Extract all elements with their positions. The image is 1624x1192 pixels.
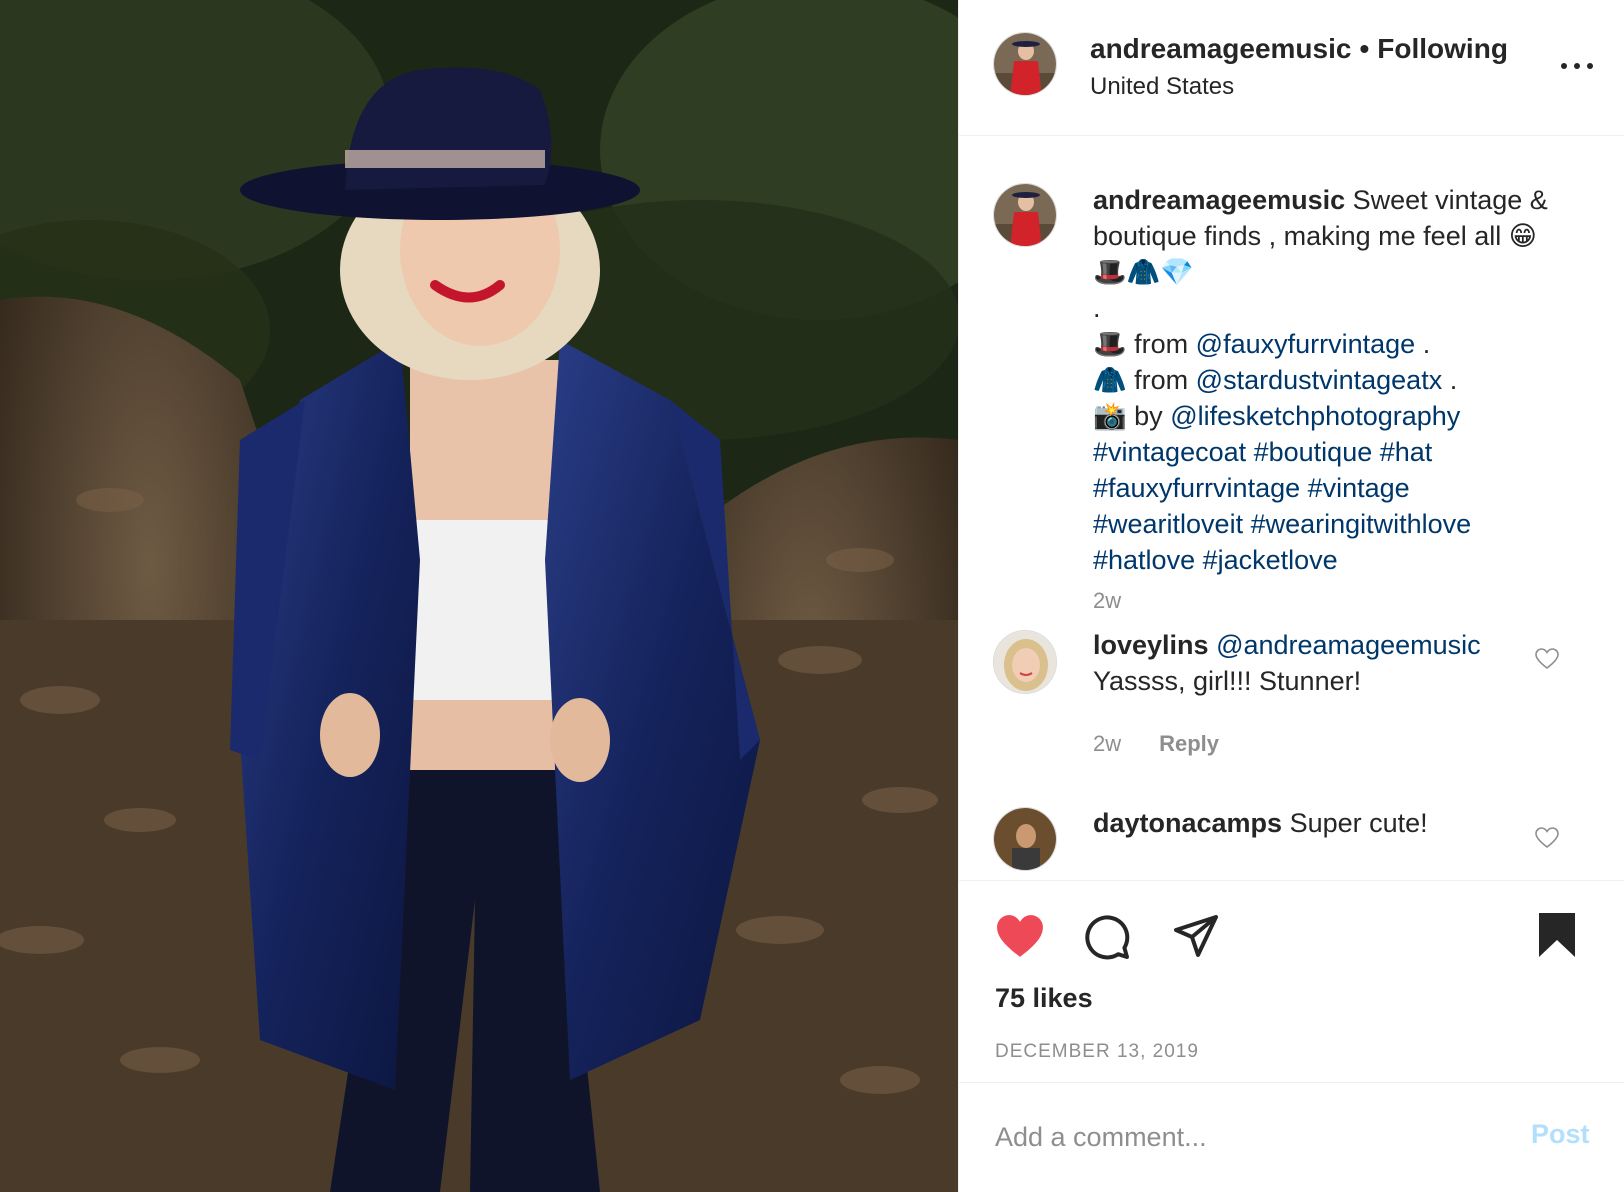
- author-avatar[interactable]: [993, 32, 1057, 96]
- comment-icon[interactable]: [1083, 913, 1131, 961]
- caption-line-4: .: [1093, 293, 1101, 323]
- post-header: andreamageemusic • Following United States: [959, 0, 1624, 136]
- comment-username-2[interactable]: daytonacamps: [1093, 808, 1282, 838]
- post-date: DECEMBER 13, 2019: [995, 1041, 1199, 1062]
- post-side-panel: andreamageemusic • Following United States…: [958, 0, 1624, 1192]
- bookmark-filled-icon[interactable]: [1537, 911, 1577, 959]
- caption: andreamageemusic Sweet vintage & boutiqu…: [1093, 182, 1593, 578]
- caption-line-3: 🎩🧥💎: [1093, 257, 1194, 287]
- coat-emoji: 🧥: [1093, 365, 1127, 395]
- reply-button[interactable]: Reply: [1159, 731, 1219, 756]
- commenter-avatar-2[interactable]: [993, 807, 1057, 871]
- post-photo[interactable]: [0, 0, 958, 1192]
- mention-stardustvintageatx[interactable]: @stardustvintageatx: [1196, 365, 1443, 395]
- more-options-icon[interactable]: [1559, 48, 1599, 82]
- comments-list[interactable]: andreamageemusic Sweet vintage & boutiqu…: [959, 137, 1624, 879]
- comment-text: Yassss, girl!!! Stunner!: [1093, 666, 1362, 696]
- from-label-1: from: [1134, 329, 1189, 359]
- mention-1-after: .: [1422, 329, 1431, 359]
- post-image: [0, 0, 958, 1192]
- header-title: andreamageemusic • Following: [1090, 32, 1508, 66]
- by-label: by: [1134, 401, 1163, 431]
- add-comment-input[interactable]: [995, 1115, 1495, 1159]
- mention-fauxyfurrvintage[interactable]: @fauxyfurrvintage: [1196, 329, 1416, 359]
- caption-line-1: Sweet vintage &: [1352, 185, 1548, 215]
- author-username[interactable]: andreamageemusic: [1090, 33, 1351, 64]
- commenter-avatar[interactable]: [993, 630, 1057, 694]
- post-location[interactable]: United States: [1090, 72, 1234, 102]
- caption-line-2: boutique finds , making me feel all 😁: [1093, 221, 1537, 251]
- comment-mention[interactable]: @andreamageemusic: [1216, 630, 1481, 660]
- add-comment-bar: Post: [959, 1082, 1624, 1192]
- mention-2-after: .: [1449, 365, 1458, 395]
- caption-avatar[interactable]: [993, 183, 1057, 247]
- separator-dot: •: [1359, 33, 1370, 64]
- caption-time: 2w: [1093, 588, 1122, 613]
- comment-item: loveylins @andreamageemusic Yassss, girl…: [1093, 627, 1563, 699]
- like-comment-heart-icon-2[interactable]: [1535, 827, 1559, 849]
- like-comment-heart-icon[interactable]: [1535, 648, 1559, 670]
- hat-emoji: 🎩: [1093, 329, 1127, 359]
- caption-username[interactable]: andreamageemusic: [1093, 185, 1345, 215]
- post-actions: 75 likes DECEMBER 13, 2019: [959, 880, 1624, 1080]
- hashtags-line-2[interactable]: #fauxyfurrvintage #vintage: [1093, 470, 1593, 506]
- comment-meta: 2w Reply: [1093, 731, 1219, 757]
- heart-filled-icon[interactable]: [995, 913, 1045, 959]
- hashtags-line-1[interactable]: #vintagecoat #boutique #hat: [1093, 434, 1593, 470]
- camera-emoji: 📸: [1093, 401, 1127, 431]
- from-label-2: from: [1134, 365, 1189, 395]
- mention-lifesketchphotography[interactable]: @lifesketchphotography: [1170, 401, 1460, 431]
- comment-item-2: daytonacamps Super cute!: [1093, 805, 1563, 841]
- likes-count[interactable]: 75 likes: [995, 983, 1093, 1014]
- comment-text-2: Super cute!: [1289, 808, 1428, 838]
- post-comment-button[interactable]: Post: [1531, 1119, 1590, 1150]
- hashtags-line-4[interactable]: #hatlove #jacketlove: [1093, 542, 1593, 578]
- hashtags-line-3[interactable]: #wearitloveit #wearingitwithlove: [1093, 506, 1593, 542]
- follow-status-button[interactable]: Following: [1377, 33, 1508, 64]
- share-icon[interactable]: [1171, 911, 1221, 959]
- comment-time: 2w: [1093, 731, 1122, 756]
- comment-username[interactable]: loveylins: [1093, 630, 1209, 660]
